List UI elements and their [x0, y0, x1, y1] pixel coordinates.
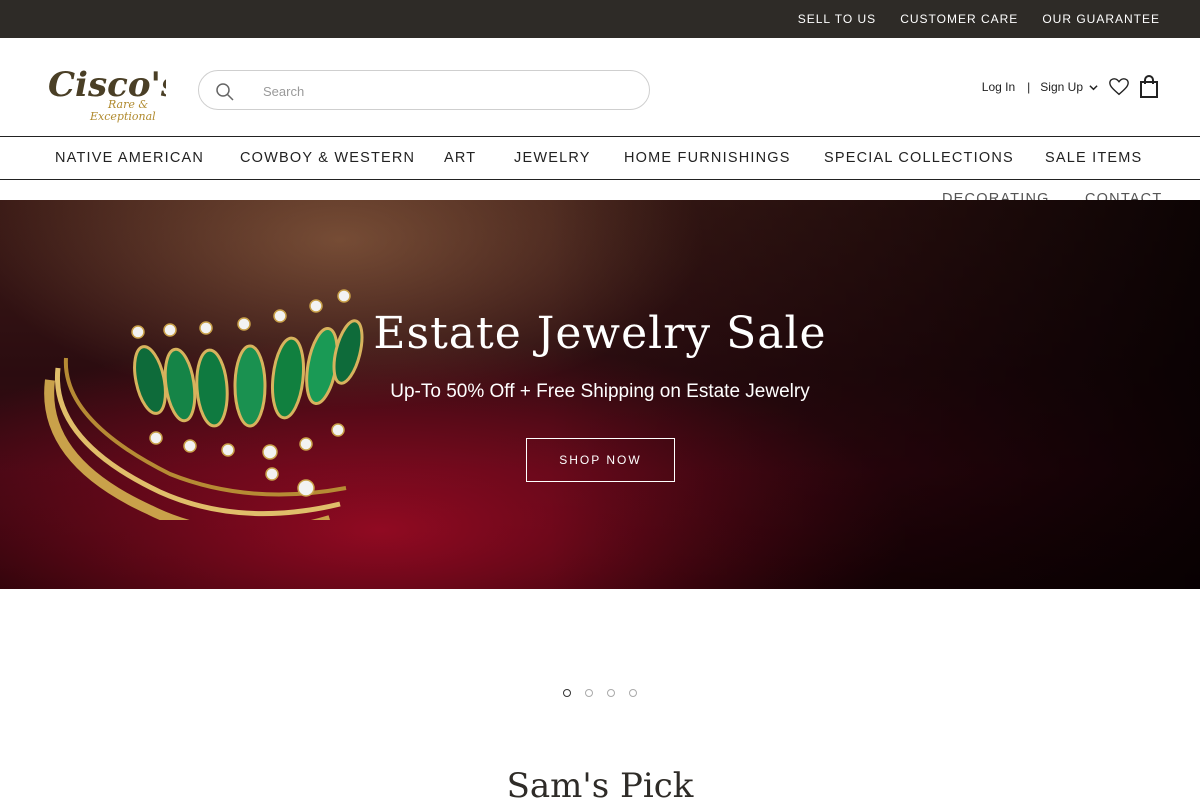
hero-title: Estate Jewelry Sale [373, 308, 827, 359]
nav-native-american[interactable]: NATIVE AMERICAN [55, 137, 204, 179]
shopping-bag-icon[interactable] [1138, 75, 1160, 99]
wishlist-heart-icon[interactable] [1108, 76, 1130, 98]
svg-text:Cisco's: Cisco's [48, 65, 166, 105]
nav-cowboy-western[interactable]: COWBOY & WESTERN [240, 137, 415, 179]
search-bar[interactable] [198, 70, 650, 110]
customer-care-link[interactable]: CUSTOMER CARE [900, 12, 1018, 26]
nav-sale-items[interactable]: SALE ITEMS [1045, 137, 1142, 179]
account-separator: | [1027, 80, 1031, 94]
site-header: Cisco's Rare & Exceptional Log In | Sign… [0, 38, 1200, 136]
carousel-dot-3[interactable] [607, 689, 615, 697]
svg-text:Exceptional: Exceptional [89, 110, 156, 123]
search-icon[interactable] [215, 82, 235, 102]
section-title-sams-pick: Sam's Pick [506, 766, 694, 800]
log-in-link[interactable]: Log In [982, 80, 1015, 94]
carousel-dot-4[interactable] [629, 689, 637, 697]
nav-art[interactable]: ART [444, 137, 476, 179]
shop-now-button[interactable]: SHOP NOW [526, 438, 675, 482]
hero-banner: Estate Jewelry Sale Up-To 50% Off + Free… [0, 200, 1200, 589]
main-navigation: NATIVE AMERICAN COWBOY & WESTERN ART JEW… [0, 136, 1200, 180]
top-utility-bar: SELL TO US CUSTOMER CARE OUR GUARANTEE [0, 0, 1200, 38]
sign-up-label: Sign Up [1040, 80, 1083, 94]
hero-subtitle: Up-To 50% Off + Free Shipping on Estate … [390, 381, 810, 402]
ciscos-logo[interactable]: Cisco's Rare & Exceptional [46, 62, 166, 124]
nav-jewelry[interactable]: JEWELRY [514, 137, 591, 179]
carousel-pagination [563, 689, 637, 697]
account-area: Log In | Sign Up [982, 72, 1160, 102]
nav-special-collections[interactable]: SPECIAL COLLECTIONS [824, 137, 1014, 179]
utility-links: SELL TO US CUSTOMER CARE OUR GUARANTEE [798, 0, 1160, 38]
sell-to-us-link[interactable]: SELL TO US [798, 12, 876, 26]
our-guarantee-link[interactable]: OUR GUARANTEE [1042, 12, 1160, 26]
carousel-dot-1[interactable] [563, 689, 571, 697]
nav-home-furnishings[interactable]: HOME FURNISHINGS [624, 137, 791, 179]
carousel-dot-2[interactable] [585, 689, 593, 697]
chevron-down-icon [1089, 84, 1098, 90]
sign-up-link[interactable]: Sign Up [1040, 80, 1108, 94]
search-input[interactable] [263, 79, 623, 103]
nav-overflow-row: DECORATING CONTACT [0, 181, 1200, 201]
